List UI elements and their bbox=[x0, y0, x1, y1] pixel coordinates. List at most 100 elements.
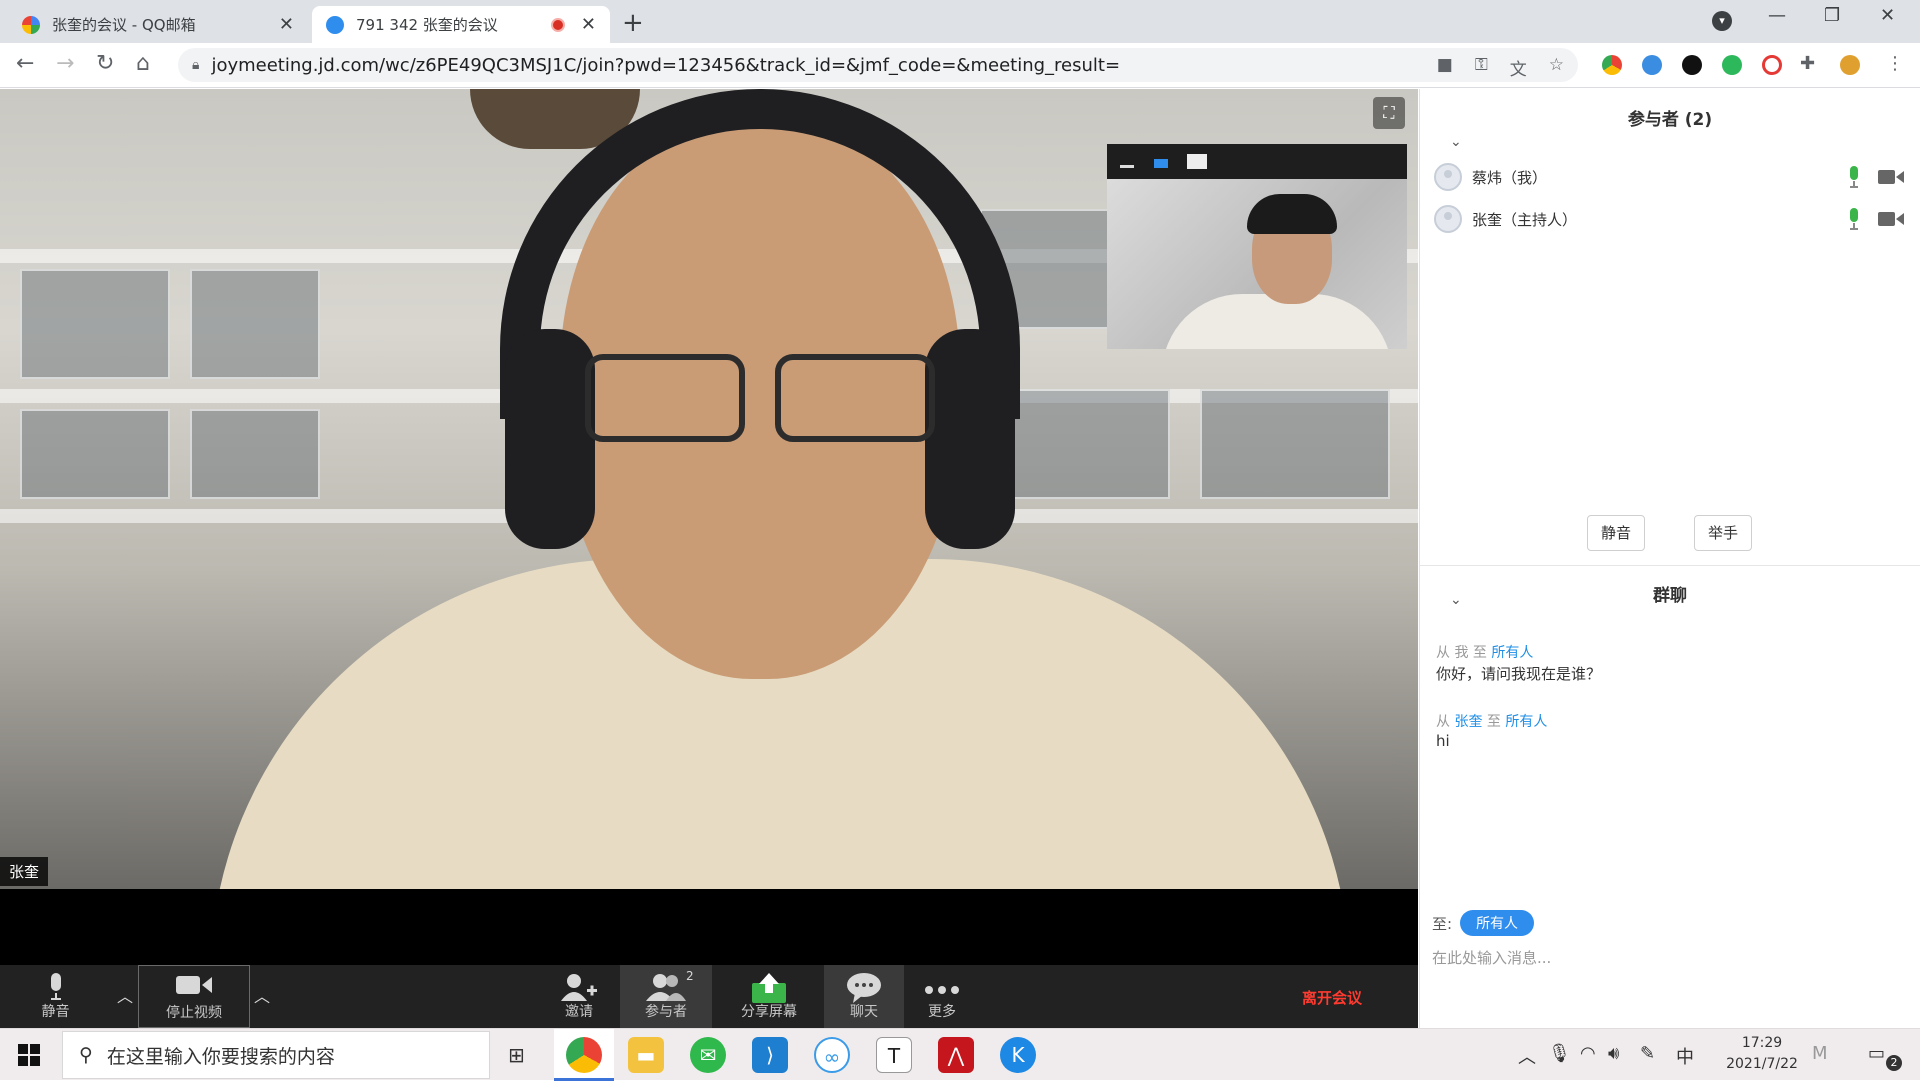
extension-adblock-icon[interactable] bbox=[1722, 55, 1742, 75]
share-screen-icon bbox=[724, 965, 814, 1003]
restore-button[interactable]: ❐ bbox=[1824, 5, 1840, 26]
minimize-button[interactable]: — bbox=[1768, 5, 1786, 26]
taskbar-clock[interactable]: 17:29 2021/7/22 bbox=[1712, 1033, 1812, 1075]
task-view-icon[interactable]: ⊞ bbox=[508, 1043, 525, 1067]
collapse-chat-chevron-icon[interactable]: ⌄ bbox=[1450, 592, 1462, 608]
participants-panel-title: 参与者 (2) bbox=[1627, 110, 1713, 130]
notification-center-icon[interactable]: ▭ bbox=[1868, 1043, 1885, 1064]
minimize-self-view-icon[interactable] bbox=[1119, 156, 1135, 168]
stop-video-button[interactable]: 停止视频 bbox=[138, 965, 250, 1028]
leave-meeting-button[interactable]: 离开会议 bbox=[1302, 987, 1362, 1008]
self-view-window[interactable] bbox=[1107, 144, 1407, 349]
window-close-button[interactable]: ✕ bbox=[1880, 5, 1895, 26]
taskbar-search-box[interactable]: ⚲ 在这里输入你要搜索的内容 bbox=[62, 1031, 490, 1079]
chat-recipient-select[interactable]: 所有人 bbox=[1460, 910, 1535, 936]
key-icon[interactable]: ⚿ bbox=[1475, 55, 1488, 80]
pdf-reader-icon[interactable]: ⋀ bbox=[938, 1037, 974, 1073]
chat-panel-title: 群聊 bbox=[1653, 586, 1687, 606]
participant-row[interactable]: 蔡炜（我） bbox=[1434, 162, 1904, 192]
typora-icon[interactable]: T bbox=[876, 1037, 912, 1073]
microphone-on-icon[interactable] bbox=[1848, 166, 1860, 188]
participant-name: 张奎（主持人） bbox=[1472, 210, 1578, 229]
reload-icon[interactable]: ↻ bbox=[96, 51, 114, 76]
fullscreen-icon[interactable]: ⛶ bbox=[1373, 97, 1405, 129]
sync-app-icon[interactable]: ∞ bbox=[814, 1037, 850, 1073]
microphone-on-icon[interactable] bbox=[1848, 208, 1860, 230]
lock-icon: 🔒︎ bbox=[192, 57, 200, 73]
chat-message-meta: 从 张奎 至 所有人 bbox=[1436, 714, 1548, 730]
tab-search-icon[interactable]: ▾ bbox=[1712, 11, 1732, 31]
video-camera-icon bbox=[139, 966, 249, 1002]
address-bar[interactable]: 🔒︎ joymeeting.jd.com/wc/z6PE49QC3MSJ1C/j… bbox=[178, 48, 1578, 82]
mute-button[interactable]: 静音 bbox=[18, 965, 93, 1028]
chat-message-input[interactable] bbox=[1432, 943, 1902, 973]
small-view-icon[interactable] bbox=[1153, 156, 1169, 168]
microphone-icon bbox=[18, 965, 93, 1001]
qqmail-favicon-icon bbox=[22, 15, 40, 34]
participants-icon bbox=[620, 965, 712, 1001]
extensions-puzzle-icon[interactable]: ✚ bbox=[1800, 53, 1815, 74]
camera-on-icon[interactable] bbox=[1878, 169, 1904, 185]
chrome-taskbar-icon[interactable] bbox=[566, 1037, 602, 1073]
extension-infinity-icon[interactable] bbox=[1682, 55, 1702, 75]
home-icon[interactable]: ⌂ bbox=[136, 51, 150, 76]
windows-start-icon[interactable] bbox=[18, 1044, 40, 1066]
tray-expand-chevron-icon[interactable]: ︿ bbox=[1518, 1043, 1536, 1069]
extension-chrome-icon[interactable] bbox=[1602, 55, 1622, 75]
tab-meeting[interactable]: 791 342 张奎的会议 ✕ bbox=[312, 6, 610, 43]
k-app-icon[interactable]: K bbox=[1000, 1037, 1036, 1073]
speaker-glasses bbox=[575, 354, 945, 444]
notification-count-badge: 2 bbox=[1886, 1055, 1902, 1071]
browser-menu-icon[interactable]: ⋮ bbox=[1886, 53, 1904, 74]
pen-icon[interactable]: ✎ bbox=[1640, 1043, 1655, 1064]
tray-microphone-icon[interactable]: 🎙︎ bbox=[1548, 1043, 1571, 1064]
chat-message-text: hi bbox=[1436, 732, 1450, 750]
chat-button[interactable]: 聊天 bbox=[824, 965, 904, 1028]
translate-icon[interactable]: 文 bbox=[1510, 55, 1527, 80]
video-options-chevron-icon[interactable]: ︿ bbox=[254, 983, 270, 1007]
volume-icon[interactable]: 🔊︎ bbox=[1608, 1043, 1619, 1064]
camera-on-icon[interactable] bbox=[1878, 211, 1904, 227]
self-video bbox=[1107, 179, 1407, 349]
invite-button[interactable]: 邀请 bbox=[548, 965, 610, 1028]
profile-avatar[interactable] bbox=[1840, 55, 1860, 75]
collapse-participants-chevron-icon[interactable]: ⌄ bbox=[1450, 134, 1462, 150]
extension-shield-icon[interactable] bbox=[1642, 55, 1662, 75]
more-button[interactable]: 更多 bbox=[914, 965, 970, 1028]
self-view-toolbar bbox=[1107, 144, 1407, 179]
vscode-icon[interactable]: ⟩ bbox=[752, 1037, 788, 1073]
new-tab-button[interactable]: + bbox=[622, 8, 644, 38]
forward-arrow-icon[interactable]: → bbox=[56, 51, 74, 76]
extension-refresh-icon[interactable] bbox=[1762, 55, 1782, 75]
participant-row[interactable]: 张奎（主持人） bbox=[1434, 204, 1904, 234]
bookmark-star-icon[interactable]: ☆ bbox=[1549, 55, 1564, 80]
chat-to-label: 至: bbox=[1432, 914, 1453, 933]
url-text[interactable]: joymeeting.jd.com/wc/z6PE49QC3MSJ1C/join… bbox=[211, 55, 1120, 76]
tab-close-icon[interactable]: ✕ bbox=[279, 14, 294, 35]
tab-qq-mail[interactable]: 张奎的会议 - QQ邮箱 ✕ bbox=[8, 6, 308, 43]
browser-toolbar: ← → ↻ ⌂ 🔒︎ joymeeting.jd.com/wc/z6PE49QC… bbox=[0, 43, 1920, 88]
joymeeting-favicon-icon bbox=[326, 15, 344, 34]
chat-label: 聊天 bbox=[850, 1004, 878, 1020]
chat-message-text: 你好，请问我现在是谁？ bbox=[1436, 665, 1602, 683]
tab-close-icon[interactable]: ✕ bbox=[581, 14, 596, 35]
meeting-stage: ⛶ 张奎 bbox=[0, 89, 1418, 965]
audio-options-chevron-icon[interactable]: ︿ bbox=[117, 983, 133, 1007]
back-arrow-icon[interactable]: ← bbox=[16, 51, 34, 76]
ime-indicator[interactable]: 中 bbox=[1676, 1043, 1694, 1069]
weather-watermark-icon: M bbox=[1812, 1043, 1828, 1064]
camera-permission-icon[interactable]: ■ bbox=[1437, 55, 1453, 80]
stop-video-label: 停止视频 bbox=[166, 1005, 222, 1021]
panel-mute-button[interactable]: 静音 bbox=[1587, 515, 1645, 551]
wechat-icon[interactable]: ✉ bbox=[690, 1037, 726, 1073]
participants-button[interactable]: 参与者 2 bbox=[620, 965, 712, 1028]
file-explorer-icon[interactable]: ▬ bbox=[628, 1037, 664, 1073]
share-screen-button[interactable]: 分享屏幕 bbox=[724, 965, 814, 1028]
large-view-icon[interactable] bbox=[1187, 154, 1207, 169]
tab-title: 张奎的会议 - QQ邮箱 bbox=[52, 16, 196, 34]
add-user-icon bbox=[548, 965, 610, 1001]
raise-hand-button[interactable]: 举手 bbox=[1694, 515, 1752, 551]
browser-tab-strip: 张奎的会议 - QQ邮箱 ✕ 791 342 张奎的会议 ✕ + ▾ — ❐ ✕ bbox=[0, 0, 1920, 43]
wifi-icon[interactable]: ◠ bbox=[1580, 1043, 1596, 1064]
participants-count-badge: 2 bbox=[686, 969, 694, 983]
